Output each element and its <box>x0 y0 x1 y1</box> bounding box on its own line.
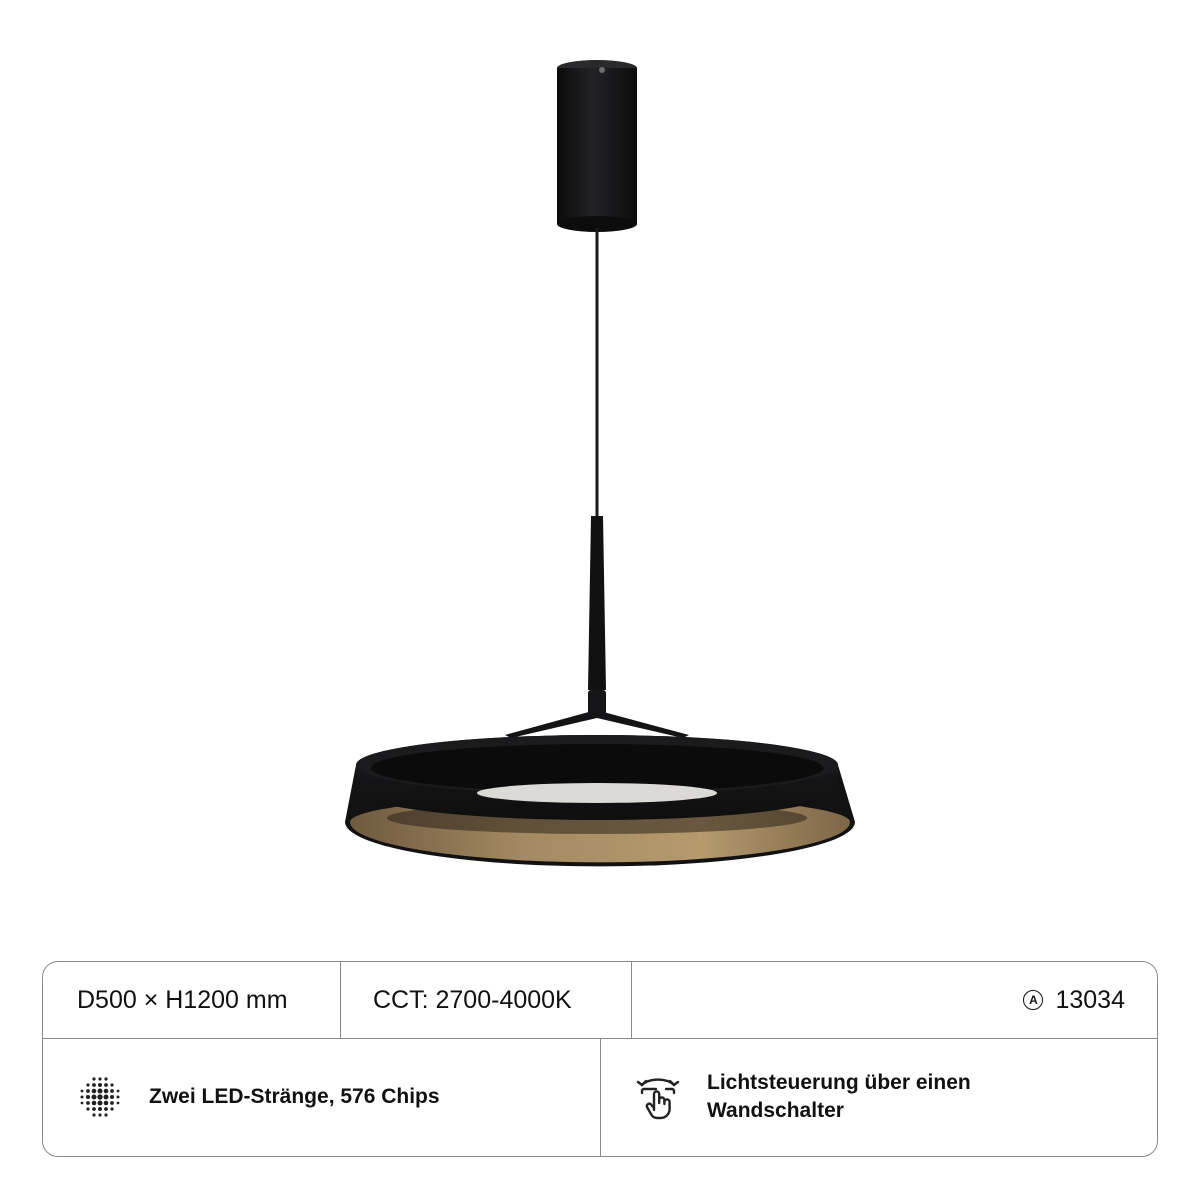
spec-table: D500 × H1200 mm CCT: 2700-4000K A 13034 <box>42 961 1158 1157</box>
ceiling-canopy <box>557 60 637 232</box>
feature-control-text: Lichtsteuerung über einen Wandschalter <box>707 1069 971 1125</box>
dimensions-text: D500 × H1200 mm <box>77 985 288 1014</box>
article-number: 13034 <box>1055 985 1125 1014</box>
feature-control-cell: Lichtsteuerung über einen Wandschalter <box>601 1038 1157 1156</box>
cct-text: CCT: 2700-4000K <box>373 985 572 1014</box>
spec-row-top: D500 × H1200 mm CCT: 2700-4000K A 13034 <box>43 962 1157 1039</box>
cct-cell: CCT: 2700-4000K <box>341 962 632 1038</box>
feature-control-line2: Wandschalter <box>707 1099 844 1122</box>
feature-led-text: Zwei LED-Stränge, 576 Chips <box>149 1083 440 1111</box>
article-circle-a-icon: A <box>1023 990 1044 1010</box>
lamp-stem <box>505 516 689 738</box>
feature-led-cell: Zwei LED-Stränge, 576 Chips <box>43 1038 601 1156</box>
feature-control-line1: Lichtsteuerung über einen <box>707 1071 971 1094</box>
article-number-cell: A 13034 <box>632 962 1157 1038</box>
pendant-lamp-photo <box>345 60 855 867</box>
dimensions-cell: D500 × H1200 mm <box>43 962 341 1038</box>
feature-led-label: Zwei LED-Stränge, 576 Chips <box>149 1085 440 1108</box>
spec-row-features: Zwei LED-Stränge, 576 Chips Lichtsteueru… <box>43 1038 1157 1156</box>
lamp-ring <box>345 735 855 867</box>
wall-switch-hand-icon <box>636 1078 680 1120</box>
led-dots-icon <box>80 1077 120 1117</box>
